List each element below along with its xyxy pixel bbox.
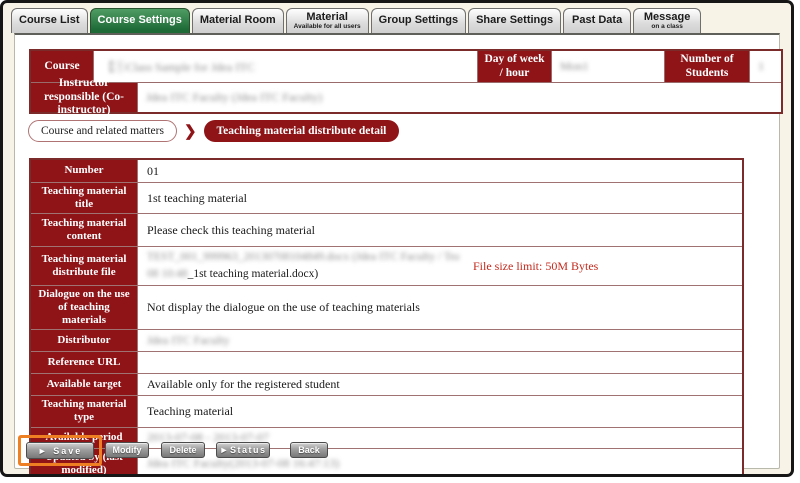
course-value: 【①Class Sample for Jdea ITC <box>94 51 478 82</box>
row-label: Available target <box>31 374 138 395</box>
instructor-value: Jdea ITC Faculty (Jdea ITC Faculty) <box>138 83 781 112</box>
tab-share-settings[interactable]: Share Settings <box>468 8 561 33</box>
save-button[interactable]: ► Save <box>26 442 94 459</box>
number-of-students-value: 1 <box>750 51 781 82</box>
file-name-suffix: _1st teaching material.docx) <box>188 268 319 280</box>
course-header-row: Course 【①Class Sample for Jdea ITC Day o… <box>31 51 781 82</box>
tab-sublabel: on a class <box>651 23 682 30</box>
row-label: Reference URL <box>31 352 138 373</box>
tab-course-settings[interactable]: Course Settings <box>90 8 190 33</box>
save-button-highlight: ► Save <box>18 435 102 466</box>
table-row-content: Teaching material content Please check t… <box>31 213 742 246</box>
table-row-title: Teaching material title 1st teaching mat… <box>31 182 742 213</box>
row-label: Teaching material title <box>31 183 138 213</box>
table-row-reference-url: Reference URL <box>31 351 742 373</box>
redacted-student-count: 1 <box>758 59 764 74</box>
breadcrumb-parent-link[interactable]: Course and related matters <box>28 120 177 142</box>
row-value: Jdea ITC Faculty <box>138 330 742 351</box>
row-label: Teaching material type <box>31 396 138 426</box>
tab-label: Material Room <box>200 15 276 27</box>
table-row-number: Number 01 <box>31 160 742 182</box>
distribute-file-name: TEST_001_999963_20130708104849.docx (Jde… <box>147 249 459 282</box>
row-value: Please check this teaching material <box>138 214 742 246</box>
instructor-label: Instructor responsible (Co-instructor) <box>31 83 138 112</box>
redacted-file-date: 08 10:48 <box>147 266 188 283</box>
tab-sublabel: Available for all users <box>294 23 361 30</box>
tab-label: Share Settings <box>476 15 553 27</box>
tab-material-all-users[interactable]: Material Available for all users <box>286 8 369 33</box>
redacted-day-value: Mon1 <box>560 59 589 74</box>
instructor-row: Instructor responsible (Co-instructor) J… <box>31 82 781 112</box>
redacted-course-name: 【①Class Sample for Jdea ITC <box>102 58 255 75</box>
tab-label: Course List <box>19 15 80 27</box>
table-row-distributor: Distributor Jdea ITC Faculty <box>31 329 742 351</box>
day-of-week-label: Day of week / hour <box>478 51 552 82</box>
redacted-updated-by: Jdea ITC Faculty(2013-07-08 16:47:13) <box>147 456 339 471</box>
tab-material-room[interactable]: Material Room <box>192 8 284 33</box>
day-of-week-value: Mon1 <box>552 51 665 82</box>
number-of-students-label: Number of Students <box>665 51 750 82</box>
table-row-available-target: Available target Available only for the … <box>31 373 742 395</box>
row-value: Teaching material <box>138 396 742 426</box>
table-row-dialogue: Dialogue on the use of teaching material… <box>31 285 742 330</box>
table-row-material-type: Teaching material type Teaching material <box>31 395 742 426</box>
row-value: TEST_001_999963_20130708104849.docx (Jde… <box>138 247 742 284</box>
material-detail-table: Number 01 Teaching material title 1st te… <box>29 158 744 477</box>
file-size-limit-note: File size limit: 50M Bytes <box>473 259 598 274</box>
row-value <box>138 352 742 373</box>
delete-button[interactable]: Delete <box>161 442 205 458</box>
tab-message-on-class[interactable]: Message on a class <box>633 8 701 33</box>
breadcrumb-current: Teaching material distribute detail <box>204 120 400 142</box>
row-label: Dialogue on the use of teaching material… <box>31 286 138 330</box>
back-button[interactable]: Back <box>290 442 328 458</box>
course-header-table: Course 【①Class Sample for Jdea ITC Day o… <box>29 49 783 114</box>
tab-past-data[interactable]: Past Data <box>563 8 631 33</box>
redacted-file-name: TEST_001_999963_20130708104849.docx (Jde… <box>147 249 459 266</box>
modify-button[interactable]: Modify <box>105 442 149 458</box>
status-button[interactable]: ►Status <box>216 442 270 458</box>
tab-label: Group Settings <box>379 15 458 27</box>
row-value: 01 <box>138 160 742 182</box>
row-label: Number <box>31 160 138 182</box>
tab-label: Course Settings <box>98 15 182 27</box>
lms-window: Course List Course Settings Material Roo… <box>0 0 794 477</box>
redacted-distributor: Jdea ITC Faculty <box>147 333 230 348</box>
tab-label: Message <box>644 12 690 24</box>
row-value: Available only for the registered studen… <box>138 374 742 395</box>
tab-label: Past Data <box>572 15 622 27</box>
tab-group-settings[interactable]: Group Settings <box>371 8 466 33</box>
row-label: Distributor <box>31 330 138 351</box>
tab-label: Material <box>306 12 348 24</box>
redacted-instructor-name: Jdea ITC Faculty (Jdea ITC Faculty) <box>146 90 322 105</box>
content-panel: Course 【①Class Sample for Jdea ITC Day o… <box>14 33 780 469</box>
tab-bar: Course List Course Settings Material Roo… <box>11 7 703 33</box>
row-label: Teaching material distribute file <box>31 247 138 284</box>
row-value: Not display the dialogue on the use of t… <box>138 286 742 330</box>
row-label: Teaching material content <box>31 214 138 246</box>
tab-course-list[interactable]: Course List <box>11 8 88 33</box>
table-row-distribute-file: Teaching material distribute file TEST_0… <box>31 246 742 284</box>
row-value: 1st teaching material <box>138 183 742 213</box>
breadcrumb: Course and related matters ❯ Teaching ma… <box>28 120 399 142</box>
chevron-right-icon: ❯ <box>184 122 197 140</box>
